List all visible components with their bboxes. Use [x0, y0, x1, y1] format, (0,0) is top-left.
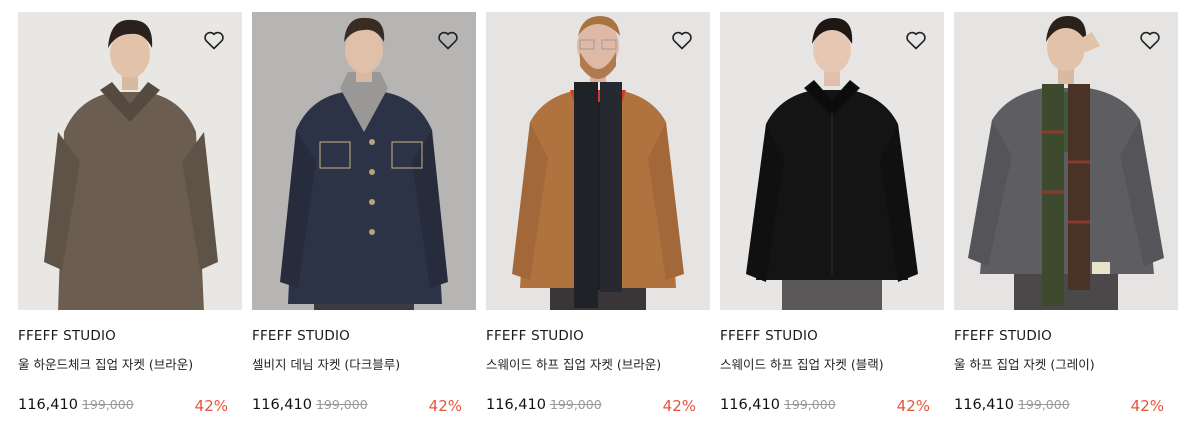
- price-row: 116,410 199,000 42%: [720, 397, 944, 415]
- product-image[interactable]: [252, 12, 476, 310]
- product-photo: [954, 12, 1178, 310]
- product-photo: [720, 12, 944, 310]
- product-card[interactable]: FFEFF STUDIO 셀비지 데님 자켓 (다크블루) 116,410 19…: [252, 12, 476, 415]
- brand-name[interactable]: FFEFF STUDIO: [252, 328, 476, 344]
- product-photo: [252, 12, 476, 310]
- price-row: 116,410 199,000 42%: [252, 397, 476, 415]
- brand-name[interactable]: FFEFF STUDIO: [720, 328, 944, 344]
- product-card[interactable]: FFEFF STUDIO 스웨이드 하프 집업 자켓 (브라운) 116,410…: [486, 12, 710, 415]
- original-price: 199,000: [81, 397, 134, 412]
- heart-outline-icon[interactable]: [436, 28, 460, 52]
- product-card[interactable]: FFEFF STUDIO 스웨이드 하프 집업 자켓 (블랙) 116,410 …: [720, 12, 944, 415]
- sale-price: 116,410: [720, 397, 780, 413]
- product-image[interactable]: [18, 12, 242, 310]
- sale-price: 116,410: [18, 397, 78, 413]
- discount-rate: 42%: [194, 397, 228, 415]
- brand-name[interactable]: FFEFF STUDIO: [486, 328, 710, 344]
- heart-outline-icon[interactable]: [904, 28, 928, 52]
- heart-outline-icon[interactable]: [670, 28, 694, 52]
- sale-price: 116,410: [954, 397, 1014, 413]
- price-row: 116,410 199,000 42%: [954, 397, 1178, 415]
- discount-rate: 42%: [1130, 397, 1164, 415]
- original-price: 199,000: [1017, 397, 1070, 412]
- product-name[interactable]: 스웨이드 하프 집업 자켓 (블랙): [720, 357, 944, 373]
- product-image[interactable]: [954, 12, 1178, 310]
- heart-outline-icon[interactable]: [1138, 28, 1162, 52]
- product-image[interactable]: [720, 12, 944, 310]
- product-photo: [18, 12, 242, 310]
- product-card[interactable]: FFEFF STUDIO 울 하프 집업 자켓 (그레이) 116,410 19…: [954, 12, 1178, 415]
- product-name[interactable]: 울 하운드체크 집업 자켓 (브라운): [18, 357, 242, 373]
- price-row: 116,410 199,000 42%: [486, 397, 710, 415]
- price-row: 116,410 199,000 42%: [18, 397, 242, 415]
- product-grid: FFEFF STUDIO 울 하운드체크 집업 자켓 (브라운) 116,410…: [0, 0, 1187, 415]
- original-price: 199,000: [783, 397, 836, 412]
- heart-outline-icon[interactable]: [202, 28, 226, 52]
- product-name[interactable]: 울 하프 집업 자켓 (그레이): [954, 357, 1178, 373]
- product-image[interactable]: [486, 12, 710, 310]
- discount-rate: 42%: [662, 397, 696, 415]
- brand-name[interactable]: FFEFF STUDIO: [954, 328, 1178, 344]
- discount-rate: 42%: [896, 397, 930, 415]
- product-name[interactable]: 스웨이드 하프 집업 자켓 (브라운): [486, 357, 710, 373]
- sale-price: 116,410: [486, 397, 546, 413]
- product-photo: [486, 12, 710, 310]
- product-name[interactable]: 셀비지 데님 자켓 (다크블루): [252, 357, 476, 373]
- product-card[interactable]: FFEFF STUDIO 울 하운드체크 집업 자켓 (브라운) 116,410…: [18, 12, 242, 415]
- discount-rate: 42%: [428, 397, 462, 415]
- original-price: 199,000: [315, 397, 368, 412]
- sale-price: 116,410: [252, 397, 312, 413]
- original-price: 199,000: [549, 397, 602, 412]
- brand-name[interactable]: FFEFF STUDIO: [18, 328, 242, 344]
